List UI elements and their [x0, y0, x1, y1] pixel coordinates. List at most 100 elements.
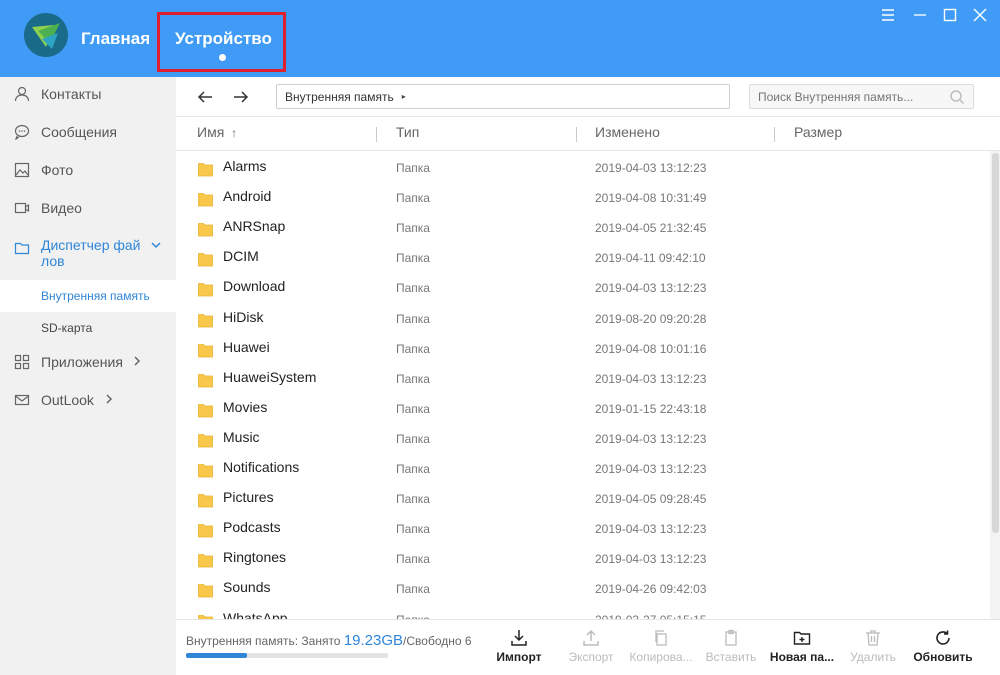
search-input[interactable] [750, 85, 940, 108]
sidebar-item-file-manager[interactable]: Диспетчер фай лов [0, 235, 176, 275]
file-modified: 2019-04-26 09:42:03 [595, 582, 707, 597]
sidebar-item-outlook[interactable]: OutLook [0, 383, 176, 417]
table-row[interactable]: DCIM Папка 2019-04-11 09:42:10 [176, 241, 990, 271]
refresh-icon [907, 628, 979, 648]
chevron-right-icon [104, 393, 114, 408]
folder-icon [198, 403, 213, 418]
sidebar-item-label: Видео [41, 200, 82, 216]
sidebar-item-label: OutLook [41, 392, 94, 408]
file-type: Папка [396, 552, 430, 567]
contacts-icon [13, 85, 31, 103]
menu-icon[interactable] [878, 5, 898, 25]
sidebar-item-label: Сообщения [41, 124, 117, 140]
sidebar-item-apps[interactable]: Приложения [0, 345, 176, 379]
table-row[interactable]: Download Папка 2019-04-03 13:12:23 [176, 271, 990, 301]
table-row[interactable]: ANRSnap Папка 2019-04-05 21:32:45 [176, 211, 990, 241]
file-modified: 2019-04-03 13:12:23 [595, 522, 707, 537]
table-row[interactable]: Pictures Папка 2019-04-05 09:28:45 [176, 482, 990, 512]
table-row[interactable]: Android Папка 2019-04-08 10:31:49 [176, 181, 990, 211]
column-header-label: Имя [197, 124, 225, 140]
copy-icon [625, 628, 697, 648]
tab-device[interactable]: Устройство [175, 29, 272, 49]
action-button-4[interactable]: Новая па... [766, 628, 838, 670]
mail-icon [13, 391, 31, 409]
storage-info: Внутренняя память: Занято 19.23GB/Свобод… [186, 632, 472, 649]
table-row[interactable]: Alarms Папка 2019-04-03 13:12:23 [176, 151, 990, 181]
photo-icon [13, 161, 31, 179]
file-name: ANRSnap [223, 218, 286, 235]
file-type: Папка [396, 281, 430, 296]
search-icon[interactable] [949, 89, 965, 105]
table-row[interactable]: Podcasts Папка 2019-04-03 13:12:23 [176, 512, 990, 542]
file-modified: 2019-04-03 13:12:23 [595, 371, 707, 386]
top-bar: Главная Устройство [0, 0, 1000, 77]
column-separator[interactable] [774, 127, 775, 142]
folder-icon [198, 222, 213, 237]
action-button-2[interactable]: Копирова... [625, 628, 697, 670]
column-header-modified[interactable]: Изменено [595, 124, 660, 140]
new-folder-icon [766, 628, 838, 648]
scrollbar-thumb[interactable] [992, 153, 999, 533]
active-tab-indicator [219, 54, 226, 61]
import-icon [483, 628, 555, 648]
folder-icon [198, 493, 213, 508]
export-icon [555, 628, 627, 648]
column-header-name[interactable]: Имя ↑ [197, 124, 237, 140]
path-toolbar: Внутренняя память ▸ [176, 77, 1000, 117]
action-button-0[interactable]: Импорт [483, 628, 555, 670]
back-arrow-icon[interactable] [195, 87, 215, 107]
file-name: Pictures [223, 489, 274, 506]
file-modified: 2019-04-05 21:32:45 [595, 221, 707, 236]
sidebar-item-label: Контакты [41, 86, 102, 102]
sidebar-subitem-internal-memory[interactable]: Внутренняя память [0, 280, 176, 312]
sidebar-item-label: Фото [41, 162, 74, 178]
storage-progress-fill [186, 653, 247, 658]
sidebar-subitem-sd-card[interactable]: SD-карта [0, 312, 176, 344]
action-button-1[interactable]: Экспорт [555, 628, 627, 670]
action-label: Удалить [850, 650, 896, 664]
sidebar-item-video[interactable]: Видео [0, 191, 176, 225]
breadcrumb-item[interactable]: Внутренняя память [285, 90, 394, 104]
folder-icon [198, 252, 213, 267]
column-separator[interactable] [576, 127, 577, 142]
close-icon[interactable] [970, 5, 990, 25]
file-name: Android [223, 188, 272, 205]
column-header-type[interactable]: Тип [396, 124, 419, 140]
table-row[interactable]: Sounds Папка 2019-04-26 09:42:03 [176, 572, 990, 602]
file-type: Папка [396, 311, 430, 326]
file-modified: 2019-04-03 13:12:23 [595, 462, 707, 476]
maximize-icon[interactable] [940, 5, 960, 25]
table-row[interactable]: Notifications Папка 2019-04-03 13:12:23 [176, 452, 990, 482]
tab-home[interactable]: Главная [81, 29, 150, 49]
file-name: Podcasts [223, 519, 281, 536]
table-row[interactable]: Movies Папка 2019-01-15 22:43:18 [176, 392, 990, 422]
table-row[interactable]: HuaweiSystem Папка 2019-04-03 13:12:23 [176, 362, 990, 392]
column-separator[interactable] [376, 127, 377, 142]
forward-arrow-icon[interactable] [231, 87, 251, 107]
table-row[interactable]: Music Папка 2019-04-03 13:12:23 [176, 422, 990, 452]
action-button-5[interactable]: Удалить [837, 628, 909, 670]
file-name: Huawei [223, 338, 270, 355]
file-modified: 2019-04-03 13:12:23 [595, 431, 707, 446]
action-bar: Внутренняя память: Занято 19.23GB/Свобод… [176, 619, 1000, 675]
file-modified: 2019-04-11 09:42:10 [595, 251, 706, 266]
sidebar-item-messages[interactable]: Сообщения [0, 115, 176, 149]
column-header-size[interactable]: Размер [794, 124, 842, 140]
scrollbar[interactable] [990, 151, 1000, 619]
action-button-6[interactable]: Обновить [907, 628, 979, 670]
table-row[interactable]: HiDisk Папка 2019-08-20 09:20:28 [176, 302, 990, 332]
breadcrumb[interactable]: Внутренняя память ▸ [276, 84, 730, 109]
minimize-icon[interactable] [910, 5, 930, 25]
file-name: Notifications [223, 459, 300, 475]
folder-icon [198, 523, 213, 538]
table-row[interactable]: Huawei Папка 2019-04-08 10:01:16 [176, 332, 990, 362]
table-row[interactable]: WhatsAppПапка2019-03-27 05:15:15 [176, 603, 990, 619]
file-modified: 2019-04-05 09:28:45 [595, 492, 707, 507]
sidebar-item-contacts[interactable]: Контакты [0, 77, 176, 111]
app-logo [24, 13, 68, 57]
folder-icon [198, 282, 213, 297]
table-row[interactable]: Ringtones Папка 2019-04-03 13:12:23 [176, 542, 990, 572]
sidebar-item-photo[interactable]: Фото [0, 153, 176, 187]
file-name: HiDisk [223, 308, 264, 325]
action-button-3[interactable]: Вставить [695, 628, 767, 670]
